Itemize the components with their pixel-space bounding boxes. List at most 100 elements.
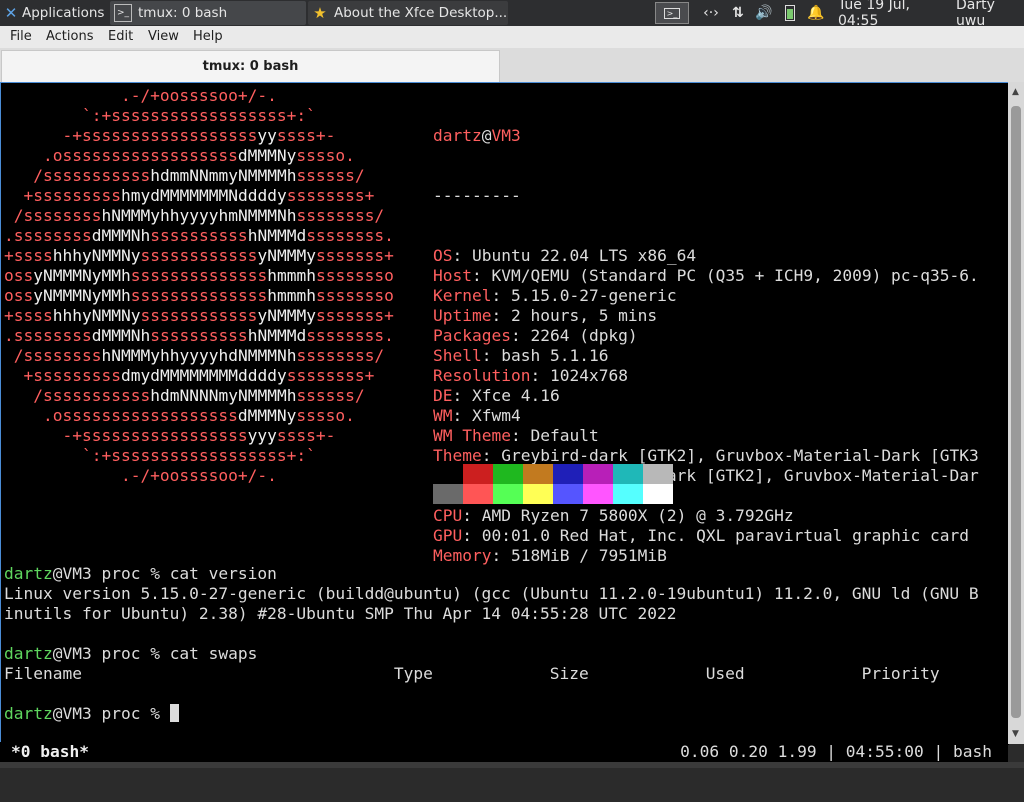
color-row-bright (433, 484, 673, 504)
color-swatch (463, 464, 493, 484)
ubuntu-ascii-logo: .-/+oossssoo+/-. `:+ssssssssssssssssss+:… (4, 86, 394, 486)
info-field: GPU: 00:01.0 Red Hat, Inc. QXL paravirtu… (433, 526, 970, 545)
prompt-path: @VM3 proc % (52, 704, 170, 723)
info-field: CPU: AMD Ryzen 7 5800X (2) @ 3.792GHz (433, 506, 794, 525)
prompt-user: dartz (4, 704, 53, 723)
prompt-user: dartz (4, 644, 53, 663)
logo-line: `:+ssssssssssssssssss+:` (4, 446, 316, 465)
logo-line: +sssshhhyNMMNyssssssssssssyNMMMysssssss+ (4, 246, 394, 265)
xfce-logo-icon: ✕ (4, 4, 18, 22)
info-key: Shell (433, 346, 482, 365)
info-key: OS (433, 246, 453, 265)
info-field: Theme: Greybird-dark [GTK2], Gruvbox-Mat… (433, 446, 979, 465)
user-menu[interactable]: Darty uwu (956, 0, 1024, 29)
logo-line: /sssssssshNMMMyhhyyyyhmNMMMNhssssssss/ (4, 206, 385, 225)
command-text: cat version (169, 564, 277, 583)
color-swatch (613, 484, 643, 504)
info-key: Memory (433, 546, 492, 565)
logo-line: .ssssssssdMMMNhsssssssssshNMMMdssssssss. (4, 226, 394, 245)
prompt-path: @VM3 proc % (52, 564, 170, 583)
logo-line: .ossssssssssssssssssdMMMNysssso. (4, 406, 355, 425)
clock[interactable]: Tue 19 Jul, 04:55 (838, 0, 948, 29)
color-swatch (523, 484, 553, 504)
applications-menu-button[interactable]: ✕ Applications (2, 1, 106, 25)
menu-edit[interactable]: Edit (108, 29, 133, 44)
info-value: 2264 (dpkg) (530, 326, 638, 345)
info-value: 1024x768 (549, 366, 628, 385)
color-row-dark (433, 464, 673, 484)
color-swatch (493, 484, 523, 504)
logo-line: -+ssssssssssssssssssyyssss+- (4, 126, 336, 145)
color-swatch (553, 484, 583, 504)
scroll-down-icon[interactable]: ▼ (1012, 729, 1019, 739)
info-header: dartz@VM3 (433, 126, 521, 145)
color-swatch (553, 464, 583, 484)
terminal-cursor[interactable] (169, 704, 179, 722)
battery-icon[interactable] (780, 3, 800, 23)
taskbar-item-label: About the Xfce Desktop... (334, 5, 508, 21)
info-key: Uptime (433, 306, 492, 325)
command-text: cat swaps (169, 644, 258, 663)
logo-line: +sssshhhyNMMNyssssssssssssyNMMMysssssss+ (4, 306, 394, 325)
info-key: Theme (433, 446, 482, 465)
tmux-window-list[interactable]: *0 bash* (11, 742, 89, 762)
info-field: WM: Xfwm4 (433, 406, 521, 425)
logo-line: .-/+oossssoo+/-. (4, 466, 277, 485)
info-field: Packages: 2264 (dpkg) (433, 326, 638, 345)
terminal-launcher-icon[interactable]: >_ (655, 2, 689, 24)
menu-view[interactable]: View (148, 29, 179, 44)
info-key: Packages (433, 326, 511, 345)
logo-line: +sssssssssdmydMMMMMMMMddddyssssssss+ (4, 366, 375, 385)
tmux-status-right: 0.06 0.20 1.99 | 04:55:00 | bash (680, 742, 992, 761)
color-swatch (463, 484, 493, 504)
info-field: Kernel: 5.15.0-27-generic (433, 286, 677, 305)
info-value: AMD Ryzen 7 5800X (2) @ 3.792GHz (481, 506, 794, 525)
output-line: Linux version 5.15.0-27-generic (buildd@… (4, 584, 979, 603)
network-arrows-icon[interactable]: ‹·› (700, 3, 722, 23)
menu-help[interactable]: Help (193, 29, 223, 44)
taskbar-item-terminal[interactable]: >_ tmux: 0 bash (110, 1, 306, 25)
color-swatch (493, 464, 523, 484)
info-value: Default (530, 426, 599, 445)
info-value: bash 5.1.16 (501, 346, 609, 365)
color-swatch (433, 464, 463, 484)
top-panel: ✕ Applications >_ tmux: 0 bash ★ About t… (0, 0, 1024, 29)
menu-actions[interactable]: Actions (46, 29, 94, 44)
logo-line: /sssssssshNMMMyhhyyyyhdNMMMNhssssssss/ (4, 346, 385, 365)
info-field: DE: Xfce 4.16 (433, 386, 560, 405)
color-swatch (523, 464, 553, 484)
info-value: Ubuntu 22.04 LTS x86_64 (472, 246, 697, 265)
info-field: WM Theme: Default (433, 426, 599, 445)
prompt-path: @VM3 proc % (52, 644, 170, 663)
scroll-up-icon[interactable]: ▲ (1012, 87, 1019, 97)
color-swatch (583, 484, 613, 504)
terminal-view[interactable]: .-/+oossssoo+/-. `:+ssssssssssssssssss+:… (0, 82, 1009, 745)
info-field: Host: KVM/QEMU (Standard PC (Q35 + ICH9,… (433, 266, 979, 285)
menu-file[interactable]: File (10, 29, 32, 44)
output-line: Filename Type Size Used Priority (4, 664, 940, 683)
info-value: 5.15.0-27-generic (510, 286, 677, 305)
info-key: Resolution (433, 366, 531, 385)
color-swatch (643, 464, 673, 484)
star-icon: ★ (313, 4, 327, 22)
scrollbar-thumb[interactable] (1011, 106, 1021, 718)
prompt-line: dartz@VM3 proc % cat swaps (4, 644, 1008, 664)
info-value: Greybird-dark [GTK2], Gruvbox-Material-D… (501, 446, 979, 465)
prompt-line: dartz@VM3 proc % cat version (4, 564, 1008, 584)
notification-bell-icon[interactable]: 🔔 (806, 3, 826, 23)
terminal-icon: >_ (114, 4, 132, 22)
menu-bar: File Actions Edit View Help (0, 26, 1024, 48)
color-swatch (643, 484, 673, 504)
network-updown-icon[interactable]: ⇅ (727, 3, 749, 23)
tab-tmux[interactable]: tmux: 0 bash (1, 50, 500, 82)
volume-icon[interactable]: 🔊 (753, 3, 775, 23)
taskbar-item-about-xfce[interactable]: ★ About the Xfce Desktop... (308, 1, 508, 25)
tab-bar: tmux: 0 bash (0, 48, 1024, 82)
color-swatch (433, 484, 463, 504)
info-value: 2 hours, 5 mins (510, 306, 658, 325)
taskbar-item-label: tmux: 0 bash (138, 5, 228, 21)
info-key: Kernel (433, 286, 492, 305)
terminal-scrollbar[interactable]: ▲ ▼ (1008, 82, 1024, 744)
